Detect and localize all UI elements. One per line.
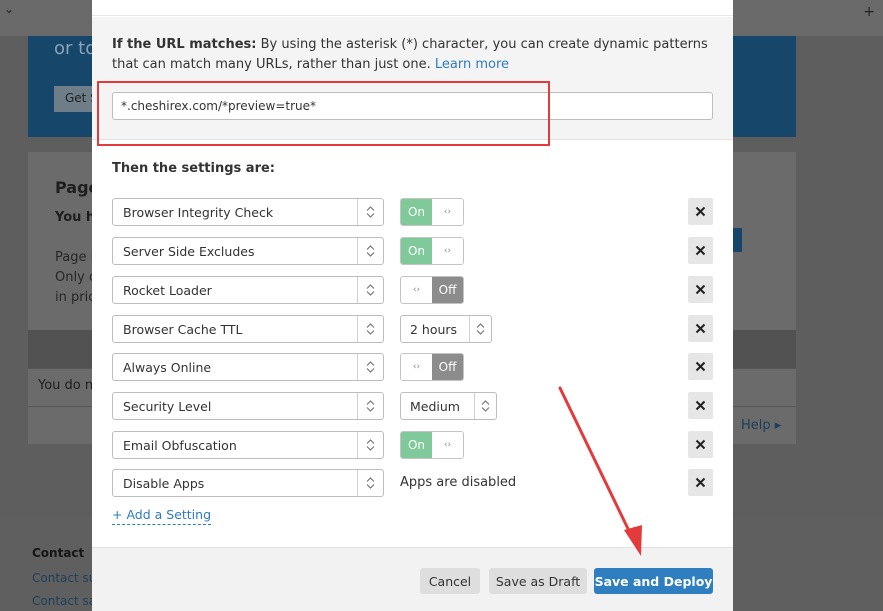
delete-setting-button[interactable]	[688, 198, 713, 225]
setting-select-label: Email Obfuscation	[123, 438, 237, 453]
setting-row-server-side-excludes: Server Side Excludes On ‹›	[112, 237, 713, 265]
cancel-button[interactable]: Cancel	[420, 568, 480, 594]
updown-arrows-icon	[357, 470, 383, 496]
close-icon	[695, 284, 706, 295]
setting-row-disable-apps: Disable Apps Apps are disabled	[112, 469, 713, 497]
setting-select[interactable]: Browser Cache TTL	[112, 315, 384, 343]
toggle-handle-icon: ‹›	[432, 432, 463, 458]
updown-arrows-icon	[474, 393, 496, 419]
close-icon	[695, 477, 706, 488]
close-icon	[695, 245, 706, 256]
delete-setting-button[interactable]	[688, 353, 713, 380]
setting-toggle[interactable]: On ‹›	[400, 431, 464, 459]
url-match-label: If the URL matches:	[112, 37, 257, 52]
background-card-subtitle: You h	[55, 210, 96, 225]
modal-header-strip	[92, 0, 733, 16]
setting-row-rocket-loader: Rocket Loader ‹› Off	[112, 276, 713, 304]
plus-icon: +	[863, 4, 875, 20]
updown-arrows-icon	[357, 354, 383, 380]
background-help-link: Help ▸	[741, 418, 782, 433]
close-icon	[695, 400, 706, 411]
background-footer-link: Contact su	[32, 571, 97, 585]
updown-arrows-icon	[357, 199, 383, 225]
setting-toggle[interactable]: ‹› Off	[400, 276, 464, 304]
setting-select[interactable]: Security Level	[112, 392, 384, 420]
background-footer-heading: Contact	[32, 546, 85, 560]
close-icon	[695, 323, 706, 334]
setting-row-always-online: Always Online ‹› Off	[112, 353, 713, 381]
delete-setting-button[interactable]	[688, 392, 713, 419]
setting-toggle[interactable]: ‹› Off	[400, 353, 464, 381]
updown-arrows-icon	[357, 277, 383, 303]
delete-setting-button[interactable]	[688, 276, 713, 303]
setting-select-label: Browser Cache TTL	[123, 322, 243, 337]
learn-more-link[interactable]: Learn more	[435, 57, 509, 72]
toggle-on-label: On	[401, 432, 432, 458]
toggle-handle-icon: ‹›	[401, 354, 432, 380]
cache-ttl-select[interactable]: 2 hours	[400, 315, 492, 343]
toggle-handle-icon: ‹›	[432, 199, 463, 225]
delete-setting-button[interactable]	[688, 469, 713, 496]
toggle-on-label: On	[401, 199, 432, 225]
setting-toggle[interactable]: On ‹›	[400, 198, 464, 226]
url-match-section: If the URL matches: By using the asteris…	[92, 17, 733, 140]
toggle-on-label: On	[401, 238, 432, 264]
background-banner-text: or to	[54, 38, 97, 59]
cache-ttl-value: 2 hours	[410, 322, 458, 337]
url-match-description: If the URL matches: By using the asteris…	[112, 35, 712, 75]
setting-select-label: Server Side Excludes	[123, 244, 255, 259]
setting-select[interactable]: Browser Integrity Check	[112, 198, 384, 226]
setting-select[interactable]: Disable Apps	[112, 469, 384, 497]
setting-select[interactable]: Always Online	[112, 353, 384, 381]
toggle-handle-icon: ‹›	[401, 277, 432, 303]
add-setting-link[interactable]: + Add a Setting	[112, 507, 212, 525]
setting-row-email-obfuscation: Email Obfuscation On ‹›	[112, 431, 713, 459]
updown-arrows-icon	[357, 432, 383, 458]
setting-select-label: Browser Integrity Check	[123, 205, 274, 220]
toggle-off-label: Off	[432, 277, 463, 303]
security-level-select[interactable]: Medium	[400, 392, 497, 420]
delete-setting-button[interactable]	[688, 431, 713, 458]
close-icon	[695, 206, 706, 217]
setting-select[interactable]: Email Obfuscation	[112, 431, 384, 459]
save-as-draft-button[interactable]: Save as Draft	[489, 568, 587, 594]
updown-arrows-icon	[357, 316, 383, 342]
background-footer-link: Contact sa	[32, 594, 97, 608]
setting-select-label: Security Level	[123, 399, 212, 414]
settings-title: Then the settings are:	[112, 161, 275, 176]
setting-row-browser-cache-ttl: Browser Cache TTL 2 hours	[112, 315, 713, 343]
delete-setting-button[interactable]	[688, 315, 713, 342]
setting-select-label: Rocket Loader	[123, 283, 212, 298]
delete-setting-button[interactable]	[688, 237, 713, 264]
setting-select[interactable]: Rocket Loader	[112, 276, 384, 304]
updown-arrows-icon	[357, 393, 383, 419]
save-and-deploy-button[interactable]: Save and Deploy	[594, 568, 713, 594]
chevron-down-icon: ⌄	[4, 2, 15, 16]
updown-arrows-icon	[469, 316, 491, 342]
setting-row-browser-integrity-check: Browser Integrity Check On ‹›	[112, 198, 713, 226]
setting-toggle[interactable]: On ‹›	[400, 237, 464, 265]
page-rule-modal: If the URL matches: By using the asteris…	[92, 0, 733, 611]
setting-row-security-level: Security Level Medium	[112, 392, 713, 420]
background-card-body: Page l Only c in pric	[55, 250, 97, 305]
updown-arrows-icon	[357, 238, 383, 264]
setting-select-label: Disable Apps	[123, 476, 205, 491]
apps-disabled-text: Apps are disabled	[400, 475, 517, 490]
close-icon	[695, 439, 706, 450]
background-row-text: You do n	[38, 378, 94, 393]
setting-select-label: Always Online	[123, 360, 212, 375]
close-icon	[695, 361, 706, 372]
url-pattern-input[interactable]	[112, 92, 713, 120]
setting-select[interactable]: Server Side Excludes	[112, 237, 384, 265]
toggle-handle-icon: ‹›	[432, 238, 463, 264]
toggle-off-label: Off	[432, 354, 463, 380]
security-level-value: Medium	[410, 399, 460, 414]
modal-footer: Cancel Save as Draft Save and Deploy	[92, 547, 733, 611]
